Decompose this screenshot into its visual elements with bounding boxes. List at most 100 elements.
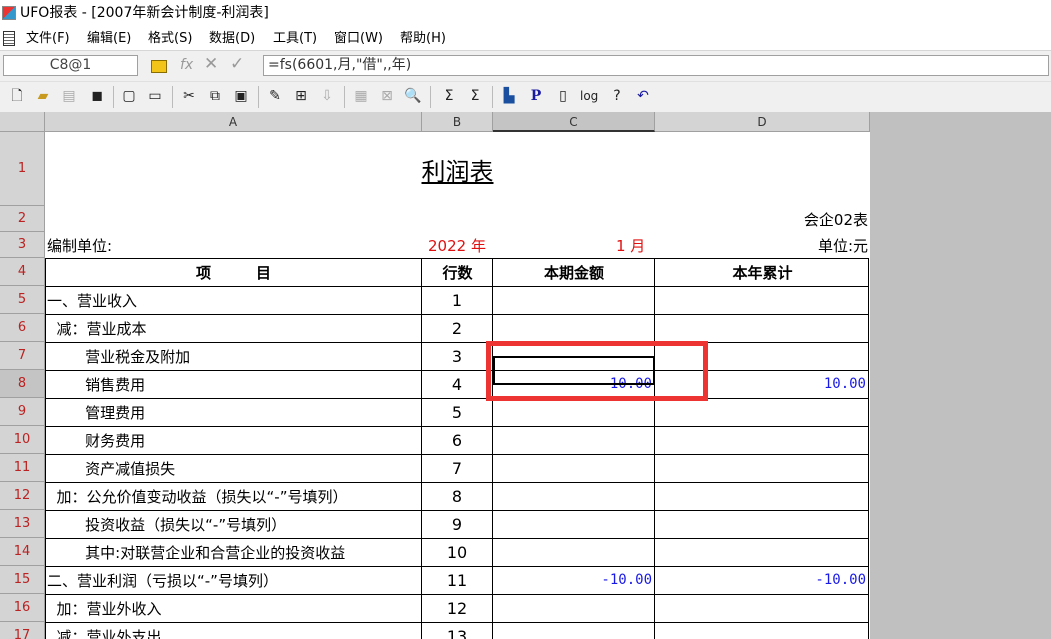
menu-tools[interactable]: 工具(T) [273, 27, 317, 50]
format-painter-icon[interactable]: ✎ [266, 87, 284, 105]
document-icon[interactable] [3, 31, 15, 46]
row-header-15[interactable]: 15 [0, 566, 45, 594]
line-item-label[interactable]: 销售费用 [46, 370, 421, 398]
current-amount[interactable]: -10.00 [493, 566, 654, 594]
line-number[interactable]: 11 [422, 566, 492, 594]
accept-icon[interactable]: ✓ [230, 54, 244, 74]
print-icon[interactable]: ▭ [146, 87, 164, 105]
row-header-2[interactable]: 2 [0, 206, 45, 232]
row-header-6[interactable]: 6 [0, 314, 45, 342]
ytd-amount[interactable] [655, 538, 868, 566]
cut-icon[interactable]: ✂ [180, 87, 198, 105]
row-header-10[interactable]: 10 [0, 426, 45, 454]
line-number[interactable]: 7 [422, 454, 492, 482]
copy-icon[interactable]: ⧉ [206, 87, 224, 105]
merge-cells-icon[interactable]: ⊠ [378, 87, 396, 105]
row-header-11[interactable]: 11 [0, 454, 45, 482]
open-folder-icon[interactable]: ▰ [34, 87, 52, 105]
current-amount[interactable] [493, 314, 654, 342]
function-wizard-icon[interactable] [151, 60, 167, 73]
line-item-label[interactable]: 投资收益（损失以“-”号填列） [46, 510, 421, 538]
row-header-5[interactable]: 5 [0, 286, 45, 314]
current-amount[interactable] [493, 482, 654, 510]
line-item-label[interactable]: 加：公允价值变动收益（损失以“-”号填列） [46, 482, 421, 510]
current-amount[interactable] [493, 594, 654, 622]
line-number[interactable]: 2 [422, 314, 492, 342]
document-icon[interactable]: ▤ [60, 87, 78, 105]
save-icon[interactable]: ◼ [88, 87, 106, 105]
line-number[interactable]: 13 [422, 622, 492, 639]
line-number[interactable]: 9 [422, 510, 492, 538]
line-item-label[interactable]: 资产减值损失 [46, 454, 421, 482]
ytd-amount[interactable] [655, 426, 868, 454]
sort-icon[interactable]: ⇩ [318, 87, 336, 105]
row-header-4[interactable]: 4 [0, 258, 45, 286]
current-amount[interactable] [493, 510, 654, 538]
current-amount[interactable] [493, 538, 654, 566]
find-icon[interactable]: 🔍 [404, 87, 422, 105]
line-number[interactable]: 8 [422, 482, 492, 510]
formula-input[interactable]: =fs(6601,月,"借",,年) [263, 55, 1049, 76]
ytd-amount[interactable] [655, 594, 868, 622]
help-pointer-icon[interactable]: ? [608, 87, 626, 105]
app-icon[interactable] [2, 6, 16, 20]
spreadsheet[interactable]: A B C D 1 2 3 4 5 6 7 8 9 10 11 12 13 14… [0, 112, 870, 639]
current-amount[interactable] [493, 286, 654, 314]
ytd-amount[interactable] [655, 454, 868, 482]
row-header-8[interactable]: 8 [0, 370, 45, 398]
line-item-label[interactable]: 加：营业外收入 [46, 594, 421, 622]
line-number[interactable]: 4 [422, 370, 492, 398]
menu-help[interactable]: 帮助(H) [400, 27, 446, 50]
ytd-amount[interactable] [655, 314, 868, 342]
undo-icon[interactable]: ↶ [634, 87, 652, 105]
grid-icon[interactable]: ▦ [352, 87, 370, 105]
column-header-c[interactable]: C [493, 112, 655, 132]
cell-reference-box[interactable]: C8@1 [3, 55, 138, 76]
row-header-14[interactable]: 14 [0, 538, 45, 566]
menu-format[interactable]: 格式(S) [148, 27, 192, 50]
cancel-icon[interactable]: ✕ [204, 54, 218, 74]
insert-row-icon[interactable]: ⊞ [292, 87, 310, 105]
select-all-corner[interactable] [0, 112, 45, 132]
page-icon[interactable]: ▯ [554, 87, 572, 105]
line-number[interactable]: 5 [422, 398, 492, 426]
log-icon[interactable]: log [580, 87, 598, 105]
paste-icon[interactable]: ▣ [232, 87, 250, 105]
line-item-label[interactable]: 管理费用 [46, 398, 421, 426]
line-item-label[interactable]: 其中:对联营企业和合营企业的投资收益 [46, 538, 421, 566]
sum-down-icon[interactable]: Σ [466, 87, 484, 105]
current-amount[interactable] [493, 426, 654, 454]
column-header-d[interactable]: D [655, 112, 870, 132]
print-preview-icon[interactable]: ▢ [120, 87, 138, 105]
row-header-1[interactable]: 1 [0, 132, 45, 206]
row-header-9[interactable]: 9 [0, 398, 45, 426]
row-header-12[interactable]: 12 [0, 482, 45, 510]
column-header-b[interactable]: B [422, 112, 493, 132]
line-number[interactable]: 6 [422, 426, 492, 454]
line-item-label[interactable]: 一、营业收入 [46, 286, 421, 314]
line-item-label[interactable]: 二、营业利润（亏损以“-”号填列） [46, 566, 421, 594]
line-item-label[interactable]: 营业税金及附加 [46, 342, 421, 370]
p-icon[interactable]: P [527, 87, 545, 105]
row-header-13[interactable]: 13 [0, 510, 45, 538]
line-item-label[interactable]: 减：营业外支出 [46, 622, 421, 639]
row-header-17[interactable]: 17 [0, 622, 45, 639]
ytd-amount[interactable] [655, 286, 868, 314]
menu-data[interactable]: 数据(D) [209, 27, 255, 50]
line-item-label[interactable]: 财务费用 [46, 426, 421, 454]
line-number[interactable]: 3 [422, 342, 492, 370]
row-header-3[interactable]: 3 [0, 232, 45, 258]
ytd-amount[interactable] [655, 482, 868, 510]
current-amount[interactable] [493, 398, 654, 426]
ytd-amount[interactable]: -10.00 [655, 566, 868, 594]
menu-file[interactable]: 文件(F) [26, 27, 70, 50]
row-header-7[interactable]: 7 [0, 342, 45, 370]
current-amount[interactable] [493, 622, 654, 639]
line-number[interactable]: 12 [422, 594, 492, 622]
row-header-16[interactable]: 16 [0, 594, 45, 622]
menu-edit[interactable]: 编辑(E) [87, 27, 131, 50]
line-number[interactable]: 1 [422, 286, 492, 314]
current-amount[interactable] [493, 454, 654, 482]
ytd-amount[interactable] [655, 510, 868, 538]
fx-icon[interactable]: fx [180, 57, 193, 73]
